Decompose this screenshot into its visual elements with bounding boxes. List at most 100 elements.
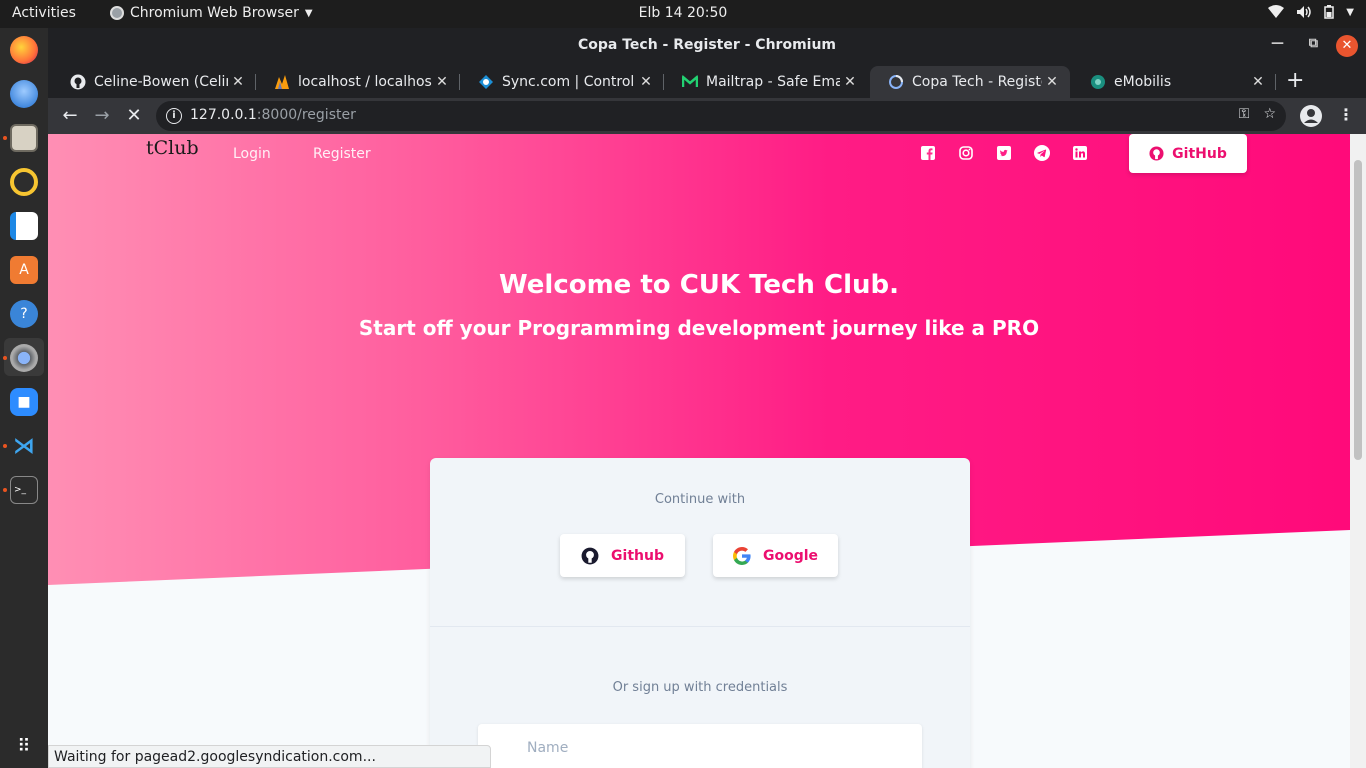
github-icon xyxy=(70,74,86,90)
tab-emobilis[interactable]: eMobilis ✕ xyxy=(1072,66,1276,98)
nav-register-link[interactable]: Register xyxy=(313,146,371,162)
credentials-label: Or sign up with credentials xyxy=(612,680,788,695)
volume-icon xyxy=(1297,6,1312,18)
dock: A ? ■ ⋊ >_ ⠿ xyxy=(0,28,48,768)
tab-strip: Celine-Bowen (Celine ✕ localhost / local… xyxy=(48,64,1366,98)
hero-heading: Welcome to CUK Tech Club. xyxy=(499,270,899,300)
key-icon[interactable]: ⚿ xyxy=(1239,106,1250,122)
tab-phpmyadmin[interactable]: localhost / localhost ✕ xyxy=(256,66,460,98)
tab-label: eMobilis xyxy=(1114,74,1172,90)
wifi-icon xyxy=(1268,5,1285,18)
scrollbar-thumb[interactable] xyxy=(1354,160,1362,460)
nav-login-link[interactable]: Login xyxy=(233,146,271,162)
brand-logo[interactable]: tClub xyxy=(146,137,199,159)
github-icon xyxy=(581,547,599,564)
profile-avatar-icon[interactable] xyxy=(1300,105,1322,127)
running-indicator xyxy=(3,444,7,448)
tab-label: Celine-Bowen (Celine xyxy=(94,74,228,90)
system-tray[interactable]: ▼ xyxy=(1268,5,1354,19)
instagram-icon[interactable] xyxy=(957,144,975,162)
tab-label: Sync.com | Control Pa xyxy=(502,74,636,90)
register-card: Continue with Github Google Or sign up w… xyxy=(430,458,970,768)
google-login-label: Google xyxy=(762,547,819,564)
continue-with-label: Continue with xyxy=(654,492,746,507)
forward-icon[interactable]: → xyxy=(90,104,114,128)
new-tab-icon[interactable]: + xyxy=(1286,68,1304,93)
rhythmbox-icon[interactable] xyxy=(10,168,38,196)
github-login-button[interactable]: Github xyxy=(560,534,685,577)
loading-icon xyxy=(889,75,903,89)
files-icon[interactable] xyxy=(10,124,38,152)
linkedin-icon[interactable] xyxy=(1071,144,1089,162)
thunderbird-icon[interactable] xyxy=(10,80,38,108)
chromium-icon xyxy=(110,6,124,20)
web-page: tClub Login Register GitHub Welcome to C… xyxy=(48,134,1350,768)
tab-label: Copa Tech - Register xyxy=(912,74,1042,90)
app-menu[interactable]: Chromium Web Browser ▼ xyxy=(110,5,313,21)
mailtrap-icon xyxy=(682,74,698,87)
window-title: Copa Tech - Register - Chromium xyxy=(577,37,837,53)
chevron-down-icon: ▼ xyxy=(304,7,313,19)
site-info-icon[interactable]: i xyxy=(166,108,182,124)
url-text: 127.0.0.1:8000/register xyxy=(190,107,356,123)
running-indicator xyxy=(3,488,7,492)
clock[interactable]: Elb 14 20:50 xyxy=(639,5,728,21)
google-login-button[interactable]: Google xyxy=(713,534,838,577)
battery-icon xyxy=(1324,5,1335,19)
firefox-icon[interactable] xyxy=(10,36,38,64)
title-bar: Copa Tech - Register - Chromium — ⧉ ✕ xyxy=(48,28,1366,64)
close-tab-icon[interactable]: ✕ xyxy=(1248,74,1268,90)
social-links xyxy=(919,144,1089,162)
telegram-icon[interactable] xyxy=(1033,144,1051,162)
app-menu-label: Chromium Web Browser xyxy=(130,5,299,21)
github-nav-button-label: GitHub xyxy=(1172,145,1227,162)
bookmark-star-icon[interactable]: ☆ xyxy=(1263,106,1276,122)
github-nav-button[interactable]: GitHub xyxy=(1129,134,1247,173)
address-bar[interactable]: i 127.0.0.1:8000/register ⚿ ☆ xyxy=(156,101,1286,131)
system-top-bar: Activities Chromium Web Browser ▼ Elb 14… xyxy=(0,0,1366,28)
activities-button[interactable]: Activities xyxy=(12,5,76,21)
close-tab-icon[interactable]: ✕ xyxy=(636,74,656,90)
software-center-icon[interactable]: A xyxy=(10,256,38,284)
tab-copa-tech-register[interactable]: Copa Tech - Register ✕ xyxy=(870,66,1070,98)
minimize-icon[interactable]: — xyxy=(1271,36,1284,51)
github-login-label: Github xyxy=(611,547,664,564)
browser-menu-icon[interactable]: ⋮ xyxy=(1338,105,1354,124)
tab-label: Mailtrap - Safe Email xyxy=(706,74,840,90)
browser-window: Copa Tech - Register - Chromium — ⧉ ✕ Ce… xyxy=(48,28,1366,768)
show-applications-icon[interactable]: ⠿ xyxy=(10,732,38,760)
close-window-icon[interactable]: ✕ xyxy=(1336,35,1358,57)
tab-mailtrap[interactable]: Mailtrap - Safe Email ✕ xyxy=(664,66,868,98)
back-icon[interactable]: ← xyxy=(58,104,82,128)
close-tab-icon[interactable]: ✕ xyxy=(1042,74,1062,90)
emobilis-icon xyxy=(1091,75,1105,89)
writer-icon[interactable] xyxy=(10,212,38,240)
stop-loading-icon[interactable]: ✕ xyxy=(122,104,146,128)
tab-label: localhost / localhost xyxy=(298,74,432,90)
url-host: 127.0.0.1 xyxy=(190,107,257,123)
page-scrollbar[interactable] xyxy=(1350,134,1366,768)
help-icon[interactable]: ? xyxy=(10,300,38,328)
vscode-icon[interactable]: ⋊ xyxy=(10,432,38,460)
github-icon xyxy=(1149,146,1164,161)
google-icon xyxy=(732,546,751,565)
name-input[interactable] xyxy=(478,724,922,768)
tab-sync[interactable]: Sync.com | Control Pa ✕ xyxy=(460,66,664,98)
running-indicator xyxy=(3,136,7,140)
phpmyadmin-icon xyxy=(275,75,289,89)
facebook-icon[interactable] xyxy=(919,144,937,162)
maximize-icon[interactable]: ⧉ xyxy=(1309,36,1318,51)
twitter-icon[interactable] xyxy=(995,144,1013,162)
system-menu-chevron-icon: ▼ xyxy=(1346,6,1354,18)
close-tab-icon[interactable]: ✕ xyxy=(228,74,248,90)
sync-icon xyxy=(479,75,493,89)
tab-github[interactable]: Celine-Bowen (Celine ✕ xyxy=(52,66,256,98)
close-tab-icon[interactable]: ✕ xyxy=(840,74,860,90)
zoom-icon[interactable]: ■ xyxy=(10,388,38,416)
card-divider xyxy=(430,626,970,627)
chromium-dock-icon[interactable] xyxy=(10,344,38,372)
terminal-icon[interactable]: >_ xyxy=(10,476,38,504)
close-tab-icon[interactable]: ✕ xyxy=(432,74,452,90)
url-path: :8000/register xyxy=(256,107,356,123)
running-indicator xyxy=(3,356,7,360)
